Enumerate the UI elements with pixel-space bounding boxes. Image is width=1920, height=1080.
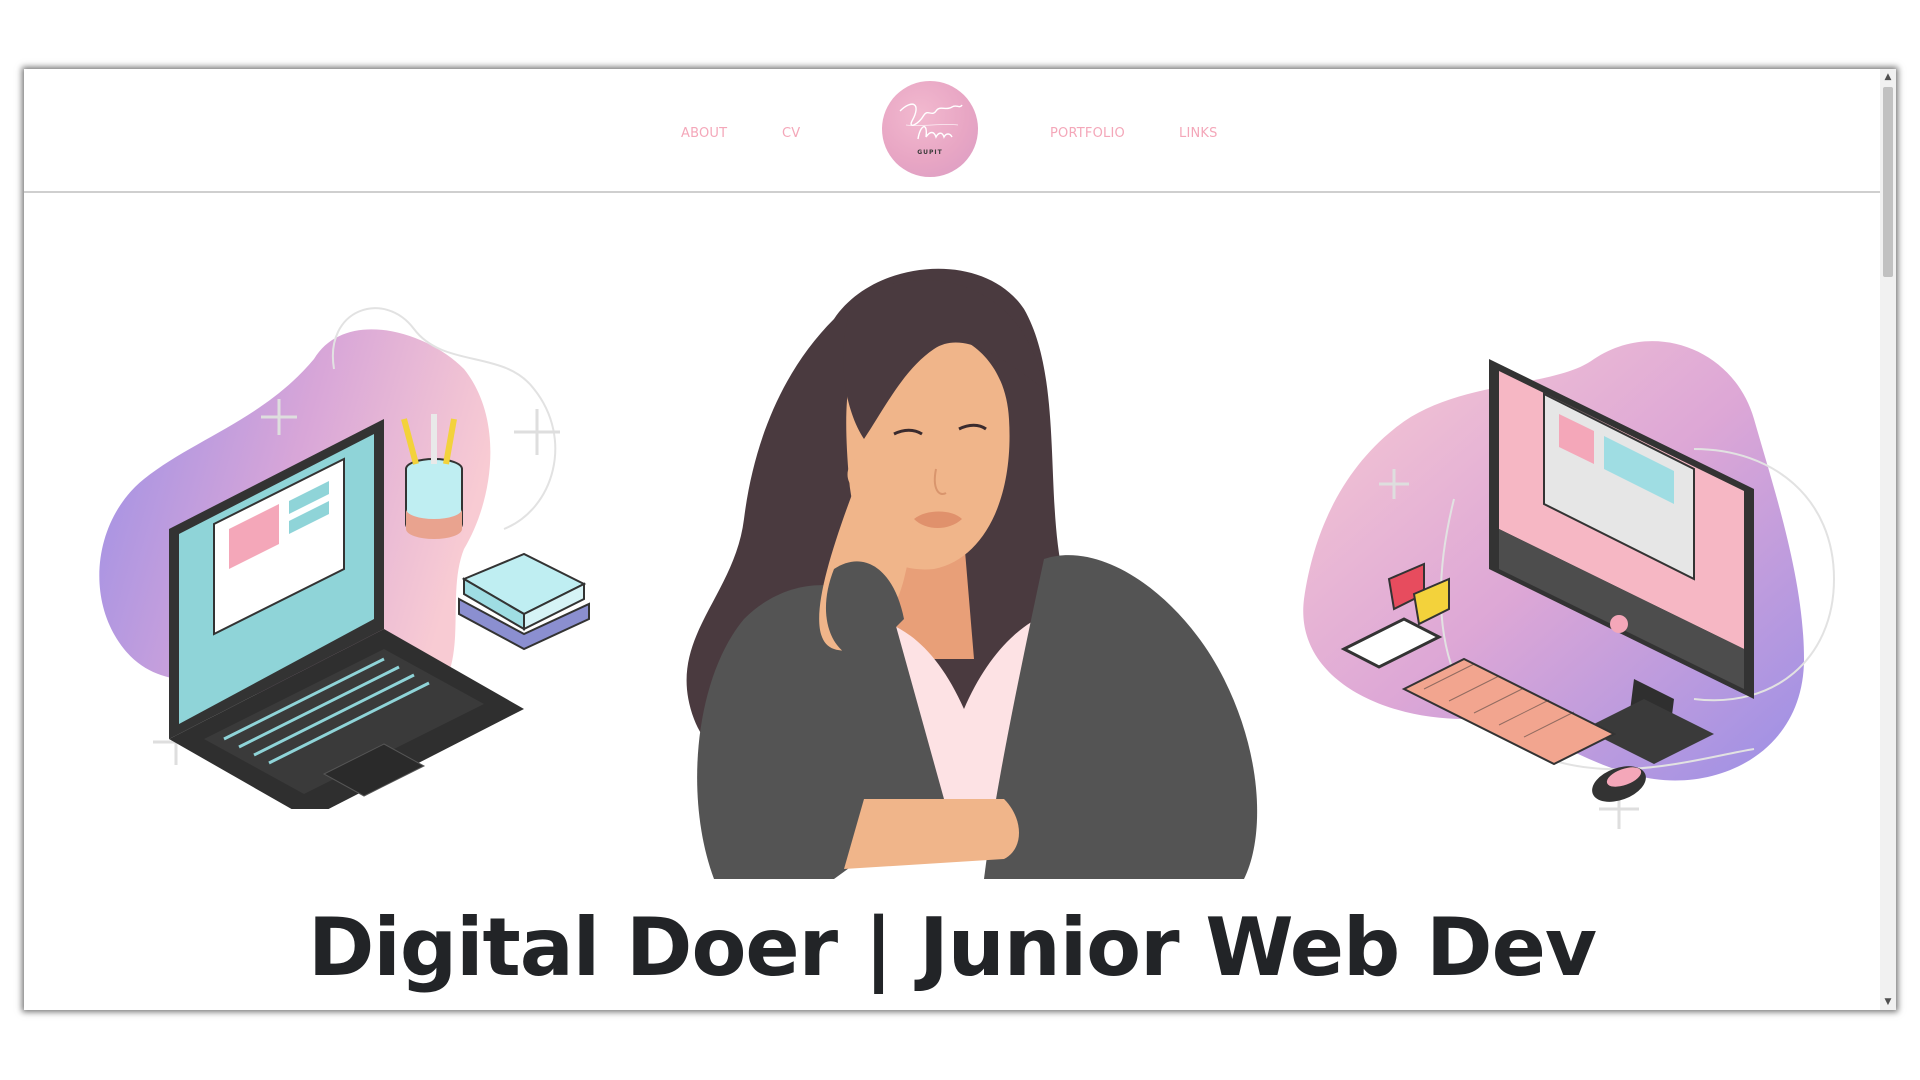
logo-subtext: GUPIT — [917, 149, 943, 156]
logo-signature-icon — [899, 103, 963, 140]
woman-illustration — [686, 268, 1258, 879]
site-logo[interactable]: GUPIT — [882, 81, 978, 177]
triangle-up-icon[interactable]: ▲ — [1880, 69, 1896, 85]
vertical-scrollbar[interactable]: ▲ ▼ — [1880, 69, 1896, 1010]
desktop-illustration — [1303, 341, 1836, 829]
page-viewport: ABOUT CV GUPIT PORTFOLIO LINKS Digital D… — [24, 69, 1880, 1010]
laptop-illustration — [99, 307, 590, 809]
nav-link-links[interactable]: LINKS — [1179, 126, 1218, 141]
scrollbar-thumb[interactable] — [1883, 87, 1893, 277]
nav-link-cv[interactable]: CV — [782, 126, 800, 141]
triangle-down-icon[interactable]: ▼ — [1880, 994, 1896, 1010]
nav-link-about[interactable]: ABOUT — [681, 126, 727, 141]
site-header: ABOUT CV GUPIT PORTFOLIO LINKS — [24, 69, 1880, 193]
browser-window: ABOUT CV GUPIT PORTFOLIO LINKS Digital D… — [24, 69, 1896, 1010]
hero-title: Digital Doer | Junior Web Dev — [308, 901, 1597, 994]
nav-link-portfolio[interactable]: PORTFOLIO — [1050, 126, 1125, 141]
